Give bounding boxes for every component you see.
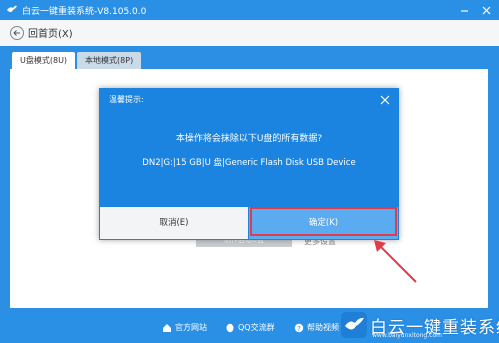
qq-icon [226, 323, 234, 332]
dialog-device-info: DN2|G:|15 GB|U 盘|Generic Flash Disk USB … [142, 158, 356, 168]
toolbar: 回首页(X) [0, 20, 499, 46]
back-arrow-icon [10, 25, 24, 40]
confirm-dialog: 温馨提示: 本操作将会抹除以下U盘的所有数据? DN2|G:|15 GB|U 盘… [99, 88, 399, 240]
app-logo-icon [7, 5, 17, 12]
tab-local-mode[interactable]: 本地模式(8P) [77, 52, 142, 69]
svg-text:?: ? [297, 325, 301, 333]
tab-usb-mode[interactable]: U盘模式(8U) [12, 52, 76, 69]
close-icon[interactable] [479, 3, 493, 17]
window-title: 白云一键重装系统-V8.105.0.0 [22, 7, 147, 17]
footer-link-help[interactable]: ? 帮助视频 [294, 322, 339, 333]
footer-link-label: 帮助视频 [307, 323, 339, 332]
dialog-message: 本操作将会抹除以下U盘的所有数据? [175, 134, 323, 144]
watermark-url: www.baiyunxitong.com [372, 332, 442, 339]
window-controls [457, 3, 493, 17]
minimize-icon[interactable] [457, 3, 471, 17]
red-arrow-icon [374, 240, 417, 283]
title-bar: 白云一键重装系统-V8.105.0.0 [0, 0, 499, 20]
back-home-button[interactable]: 回首页(X) [10, 25, 73, 40]
dialog-buttons: 取消(E) 确定(K) [99, 206, 399, 240]
home-icon [163, 323, 171, 332]
help-icon: ? [294, 323, 304, 333]
watermark-bird-logo [341, 312, 367, 338]
cancel-button[interactable]: 取消(E) [100, 207, 248, 239]
mode-tabs: U盘模式(8U) 本地模式(8P) [12, 52, 142, 69]
confirm-button[interactable]: 确定(K) [249, 207, 398, 239]
back-home-label: 回首页(X) [28, 29, 73, 40]
dialog-title: 温馨提示: [109, 95, 144, 104]
footer-link-qq[interactable]: QQ交流群 [225, 322, 275, 333]
dialog-close-icon[interactable] [380, 95, 390, 105]
footer-link-label: 官方网站 [175, 323, 207, 332]
footer-link-label: QQ交流群 [238, 323, 275, 332]
footer-link-website[interactable]: 官方网站 [162, 322, 207, 333]
